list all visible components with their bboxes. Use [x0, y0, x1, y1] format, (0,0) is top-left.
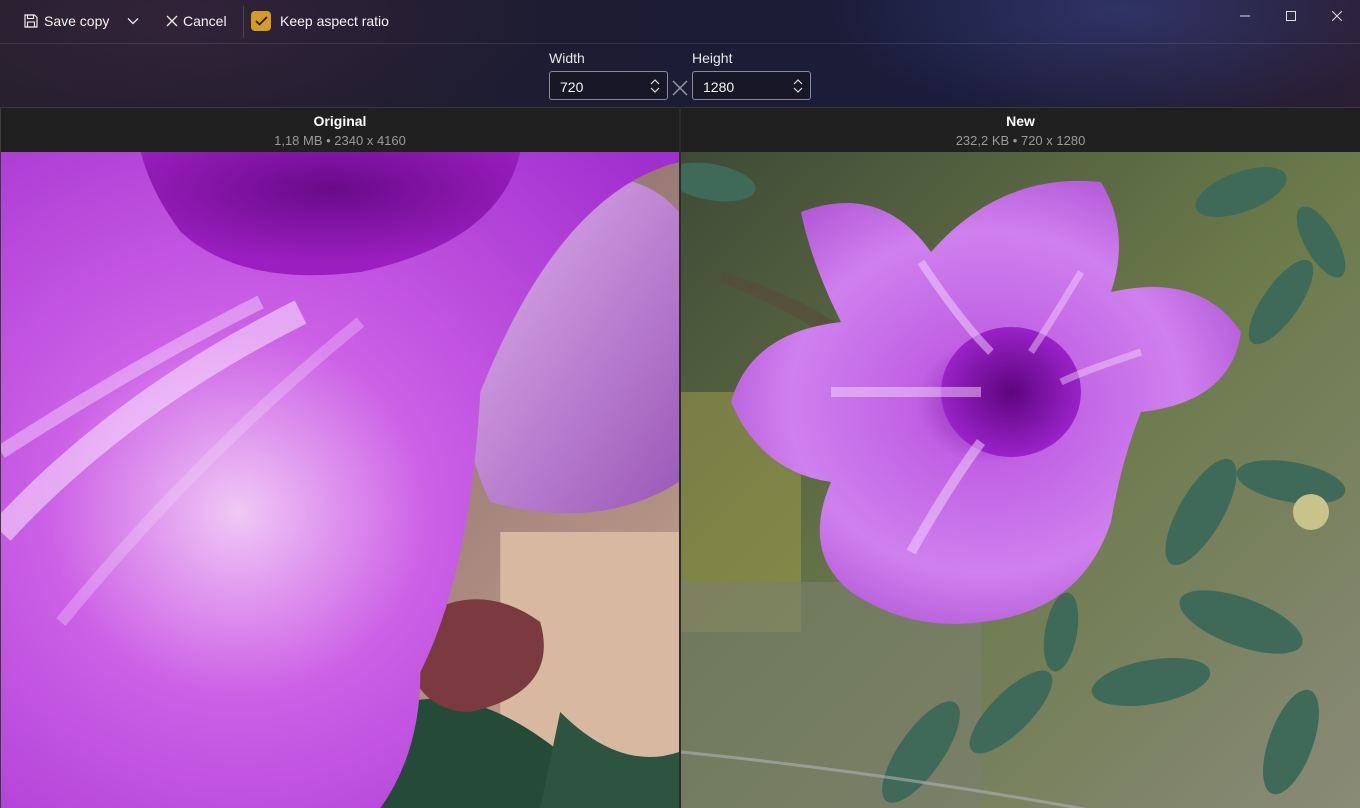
maximize-button[interactable] — [1268, 0, 1314, 32]
original-title: Original — [313, 113, 367, 129]
new-pane-header: New 232,2 KB • 720 x 1280 — [681, 107, 1360, 152]
keep-aspect-ratio-label: Keep aspect ratio — [280, 13, 389, 29]
original-pane: Original 1,18 MB • 2340 x 4160 — [0, 107, 679, 808]
minimize-button[interactable] — [1222, 0, 1268, 32]
height-value: 1280 — [703, 79, 735, 95]
keep-aspect-ratio-checkbox[interactable]: Keep aspect ratio — [251, 10, 389, 32]
save-copy-label: Save copy — [44, 13, 110, 29]
spinner-arrows-icon[interactable] — [649, 77, 661, 95]
height-input[interactable]: 1280 — [692, 71, 811, 100]
chevron-down-icon — [127, 18, 139, 25]
minimize-icon — [1240, 15, 1250, 17]
cancel-button[interactable]: Cancel — [160, 6, 240, 36]
toolbar: Save copy Cancel Keep aspect ratio — [0, 0, 1360, 44]
original-meta: 1,18 MB • 2340 x 4160 — [274, 133, 406, 148]
original-image — [1, 152, 679, 808]
title-bar-area: Save copy Cancel Keep aspect ratio Width… — [0, 0, 1360, 107]
new-pane: New 232,2 KB • 720 x 1280 — [681, 107, 1360, 808]
spinner-arrows-icon[interactable] — [792, 77, 804, 95]
new-meta: 232,2 KB • 720 x 1280 — [955, 133, 1086, 148]
height-label: Height — [692, 50, 733, 66]
width-label: Width — [549, 50, 585, 66]
original-pane-header: Original 1,18 MB • 2340 x 4160 — [1, 107, 679, 152]
cancel-label: Cancel — [183, 13, 227, 29]
maximize-icon — [1286, 11, 1296, 21]
width-value: 720 — [560, 79, 584, 95]
save-copy-button[interactable]: Save copy — [18, 6, 122, 36]
save-icon — [24, 14, 38, 28]
multiply-icon — [672, 80, 688, 96]
checkmark-icon — [254, 16, 268, 26]
save-options-dropdown[interactable] — [120, 6, 146, 36]
toolbar-separator — [243, 6, 244, 38]
close-window-button[interactable] — [1314, 0, 1360, 32]
checkbox-box[interactable] — [251, 11, 271, 31]
close-icon — [1332, 11, 1342, 21]
width-input[interactable]: 720 — [549, 71, 668, 100]
new-image — [681, 152, 1360, 808]
new-title: New — [1006, 113, 1035, 129]
close-icon — [166, 15, 178, 27]
